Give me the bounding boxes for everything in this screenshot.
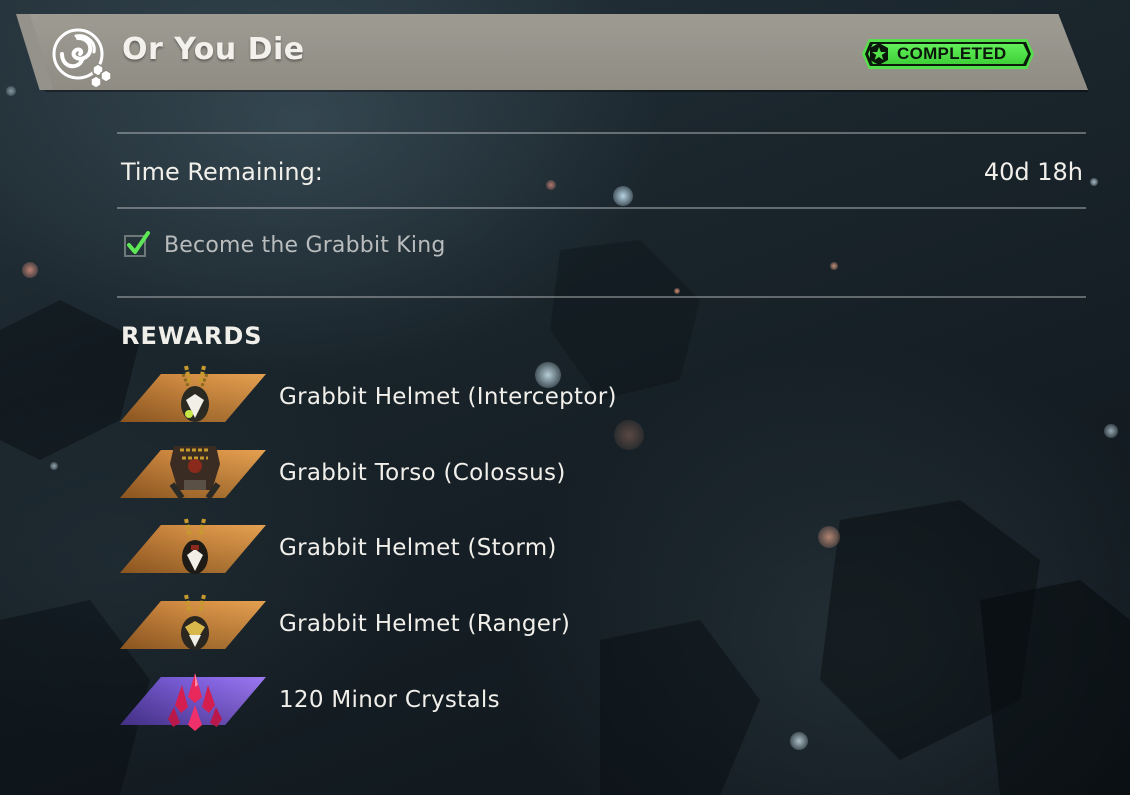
time-remaining-value: 40d 18h: [983, 158, 1083, 186]
particle: [1090, 178, 1098, 186]
particle: [1104, 424, 1118, 438]
particle: [6, 86, 16, 96]
particle: [830, 262, 838, 270]
particle: [613, 186, 633, 206]
reward-name: 120 Minor Crystals: [279, 687, 500, 713]
objective-text: Become the Grabbit King: [164, 232, 446, 258]
particle: [50, 462, 58, 470]
reward-item[interactable]: Grabbit Helmet (Storm): [120, 518, 820, 577]
reward-item[interactable]: Grabbit Helmet (Ranger): [120, 594, 820, 653]
particle: [790, 732, 808, 750]
reward-name: Grabbit Torso (Colossus): [279, 460, 566, 486]
objective-item: Become the Grabbit King: [122, 229, 446, 261]
star-badge-icon: [870, 43, 888, 65]
reward-item[interactable]: Grabbit Torso (Colossus): [120, 446, 820, 502]
divider: [117, 132, 1086, 134]
reward-item[interactable]: 120 Minor Crystals: [120, 673, 820, 731]
particle: [22, 262, 38, 278]
particle: [546, 180, 556, 190]
particle: [674, 288, 680, 294]
quest-title: Or You Die: [122, 32, 305, 67]
reward-name: Grabbit Helmet (Ranger): [279, 611, 571, 637]
particle: [818, 526, 840, 548]
reward-name: Grabbit Helmet (Storm): [279, 535, 557, 561]
divider: [117, 296, 1086, 298]
divider: [117, 207, 1086, 209]
checkmark-icon: [124, 231, 150, 257]
helmet-icon: [181, 365, 209, 422]
reward-name: Grabbit Helmet (Interceptor): [279, 384, 617, 410]
torso-icon: [169, 446, 221, 500]
rewards-heading: REWARDS: [121, 322, 263, 350]
status-badge-text: COMPLETED: [897, 44, 1007, 63]
helmet-icon: [182, 518, 208, 574]
crystal-icon: [168, 673, 222, 731]
helmet-icon: [181, 594, 209, 650]
time-remaining-label: Time Remaining:: [121, 158, 323, 186]
spiral-emblem-icon: [52, 28, 112, 88]
reward-item[interactable]: Grabbit Helmet (Interceptor): [120, 365, 820, 426]
